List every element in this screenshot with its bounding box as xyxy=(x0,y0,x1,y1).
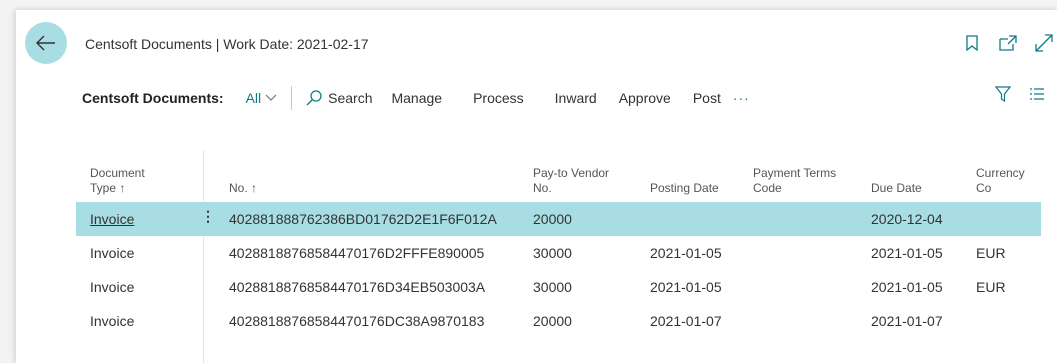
action-bar-right xyxy=(994,86,1045,105)
action-separator xyxy=(291,86,293,110)
search-button[interactable]: Search xyxy=(306,90,372,106)
chevron-down-icon xyxy=(265,94,277,101)
action-post[interactable]: Post xyxy=(693,90,721,106)
posting-date: 2021-01-07 xyxy=(650,313,722,329)
action-manage[interactable]: Manage xyxy=(391,90,442,106)
due-date: 2021-01-05 xyxy=(871,279,943,295)
document-type-link[interactable]: Invoice xyxy=(90,245,134,261)
col-no[interactable]: No. ↑ xyxy=(229,181,257,196)
currency-code[interactable]: EUR xyxy=(976,245,1006,261)
back-button[interactable] xyxy=(25,22,67,64)
more-options-icon[interactable]: ··· xyxy=(733,90,750,106)
posting-date: 2021-01-05 xyxy=(650,279,722,295)
action-inward[interactable]: Inward xyxy=(555,90,597,106)
vendor-no-link[interactable]: 30000 xyxy=(533,245,572,261)
page-title: Centsoft Documents | Work Date: 2021-02-… xyxy=(85,36,369,52)
document-type-link[interactable]: Invoice xyxy=(90,279,134,295)
table-header: Document Type ↑ No. ↑ Pay-to Vendor No. … xyxy=(76,150,1041,202)
document-type-link[interactable]: Invoice xyxy=(90,313,134,329)
action-process[interactable]: Process xyxy=(473,90,524,106)
col-payment-terms[interactable]: Payment Terms Code xyxy=(753,166,836,196)
due-date: 2021-01-05 xyxy=(871,245,943,261)
view-filter-dropdown[interactable]: All xyxy=(246,90,278,106)
due-date: 2020-12-04 xyxy=(871,211,943,227)
action-bar: Centsoft Documents: All Search Manage Pr… xyxy=(82,82,1045,114)
document-no: 40288188768584470176DC38A9870183 xyxy=(229,313,485,329)
filter-icon[interactable] xyxy=(994,86,1012,105)
open-in-new-window-icon[interactable] xyxy=(999,32,1017,54)
currency-code[interactable]: EUR xyxy=(976,279,1006,295)
document-no: 40288188768584470176D2FFFE890005 xyxy=(229,245,485,261)
document-no: 40288188768584470176D34EB503003A xyxy=(229,279,486,295)
list-view-icon[interactable] xyxy=(1029,86,1045,105)
col-pay-to-vendor[interactable]: Pay-to Vendor No. xyxy=(533,166,609,196)
row-menu-icon[interactable]: ⋮ xyxy=(201,208,215,225)
document-type-link[interactable]: Invoice xyxy=(90,211,134,227)
table-row[interactable]: Invoice 40288188768584470176D34EB503003A… xyxy=(76,270,1041,304)
filter-label: All xyxy=(245,90,262,106)
table-row[interactable]: Invoice ⋮ 402881888762386BD01762D2E1F6F0… xyxy=(76,202,1041,236)
search-label: Search xyxy=(328,90,373,106)
title-actions xyxy=(963,32,1053,54)
expand-icon[interactable] xyxy=(1035,32,1053,54)
vendor-no-link[interactable]: 20000 xyxy=(533,211,572,227)
vendor-no-link[interactable]: 20000 xyxy=(533,313,572,329)
documents-table: Document Type ↑ No. ↑ Pay-to Vendor No. … xyxy=(76,150,1041,363)
search-icon xyxy=(306,90,322,106)
vendor-no-link[interactable]: 30000 xyxy=(533,279,572,295)
col-currency[interactable]: Currency Co xyxy=(976,166,1041,196)
bookmark-icon[interactable] xyxy=(963,32,981,54)
page-name-label: Centsoft Documents: xyxy=(82,90,224,106)
action-approve[interactable]: Approve xyxy=(619,90,671,106)
col-posting-date[interactable]: Posting Date xyxy=(650,181,719,196)
arrow-left-icon xyxy=(36,35,55,51)
document-no: 402881888762386BD01762D2E1F6F012A xyxy=(229,211,497,227)
col-document-type[interactable]: Document Type ↑ xyxy=(90,166,145,196)
due-date: 2021-01-07 xyxy=(871,313,943,329)
table-row[interactable]: Invoice 40288188768584470176DC38A9870183… xyxy=(76,304,1041,338)
col-due-date[interactable]: Due Date xyxy=(871,181,922,196)
posting-date: 2021-01-05 xyxy=(650,245,722,261)
table-row[interactable]: Invoice 40288188768584470176D2FFFE890005… xyxy=(76,236,1041,270)
page-card: Centsoft Documents | Work Date: 2021-02-… xyxy=(16,10,1057,363)
